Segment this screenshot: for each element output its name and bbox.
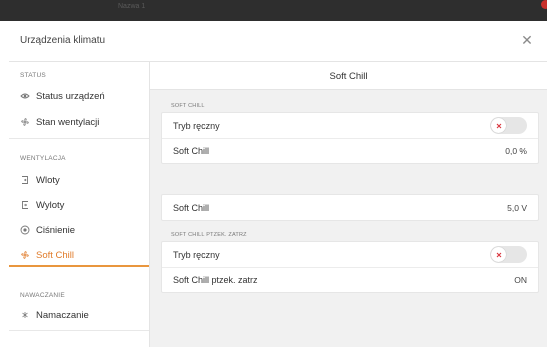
setting-row-soft-chill-ptzek: Soft Chill ptzek. zatrz ON	[162, 267, 538, 292]
sidebar-item-soft-chill[interactable]: Soft Chill	[9, 243, 149, 267]
sidebar: STATUS Status urządzeń Stan wentylacji W…	[9, 62, 150, 347]
sidebar-item-label: Wyloty	[36, 199, 65, 211]
sidebar-item-label: Status urządzeń	[36, 90, 105, 102]
sidebar-section-namaczanie: NAWACZANIE	[20, 292, 65, 299]
setting-row-tryb-reczny: Tryb ręczny	[162, 242, 538, 267]
sidebar-section-wentylacja: WENTYLACJA	[20, 155, 66, 162]
main-content: Soft Chill SOFT CHILL Tryb ręczny Soft C…	[150, 62, 547, 347]
window-close-dot[interactable]	[541, 0, 547, 9]
setting-label: Tryb ręczny	[173, 249, 220, 260]
sidebar-item-cisnienie[interactable]: Ciśnienie	[9, 218, 149, 242]
settings-card-soft-chill-voltage: Soft Chill 5,0 V	[161, 194, 539, 221]
setting-label: Soft Chill	[173, 146, 210, 156]
sidebar-section-status: STATUS	[20, 72, 46, 79]
dialog-header: Urządzenia klimatu ✕	[9, 21, 547, 62]
content-header: Soft Chill	[150, 62, 547, 90]
window-titlebar: Nazwa 1	[0, 0, 547, 21]
setting-label: Soft Chill	[173, 202, 210, 213]
toggle-off-icon	[491, 247, 506, 262]
sidebar-item-label: Ciśnienie	[36, 224, 76, 236]
page-title: Soft Chill	[329, 71, 368, 82]
setting-value: 5,0 V	[507, 202, 527, 213]
inlet-icon	[20, 175, 30, 185]
window-title: Nazwa 1	[118, 3, 146, 10]
sidebar-item-label: Wloty	[36, 174, 60, 186]
group-label-soft-chill: SOFT CHILL	[171, 103, 205, 109]
setting-value: 0,0 %	[505, 146, 527, 156]
manual-mode-toggle[interactable]	[490, 246, 527, 263]
climate-devices-dialog: Urządzenia klimatu ✕ STATUS Status urząd…	[9, 21, 547, 347]
setting-row-soft-chill-voltage: Soft Chill 5,0 V	[162, 195, 538, 220]
sidebar-item-label: Namaczanie	[36, 309, 89, 321]
sidebar-item-wloty[interactable]: Wloty	[9, 168, 149, 192]
sidebar-item-stan-wentylacji[interactable]: Stan wentylacji	[9, 110, 149, 134]
fan-icon	[20, 250, 30, 260]
fan-icon	[20, 117, 30, 127]
manual-mode-toggle[interactable]	[490, 117, 527, 134]
sidebar-item-status-urzadzen[interactable]: Status urządzeń	[9, 84, 149, 108]
setting-row-tryb-reczny: Tryb ręczny	[162, 113, 538, 138]
spray-icon	[20, 310, 30, 320]
sidebar-item-namaczanie[interactable]: Namaczanie	[9, 303, 149, 327]
dialog-title: Urządzenia klimatu	[20, 35, 106, 46]
settings-card-soft-chill: Tryb ręczny Soft Chill 0,0 %	[161, 112, 539, 164]
close-icon[interactable]: ✕	[519, 31, 535, 49]
group-label-soft-chill-ptzek: SOFT CHILL PTZEK. ZATRZ	[171, 232, 247, 238]
toggle-off-icon	[491, 118, 506, 133]
sidebar-divider	[9, 330, 149, 331]
setting-label: Soft Chill ptzek. zatrz	[173, 275, 258, 285]
setting-value: ON	[514, 275, 527, 285]
sidebar-divider	[9, 138, 149, 139]
setting-row-soft-chill-percent: Soft Chill 0,0 %	[162, 138, 538, 163]
outlet-icon	[20, 200, 30, 210]
settings-card-soft-chill-ptzek: Tryb ręczny Soft Chill ptzek. zatrz ON	[161, 241, 539, 293]
setting-label: Tryb ręczny	[173, 120, 220, 131]
pressure-gauge-icon	[20, 225, 30, 235]
sidebar-item-label: Soft Chill	[36, 249, 75, 261]
eye-icon	[20, 91, 30, 101]
sidebar-item-label: Stan wentylacji	[36, 116, 100, 128]
sidebar-item-wyloty[interactable]: Wyloty	[9, 193, 149, 217]
